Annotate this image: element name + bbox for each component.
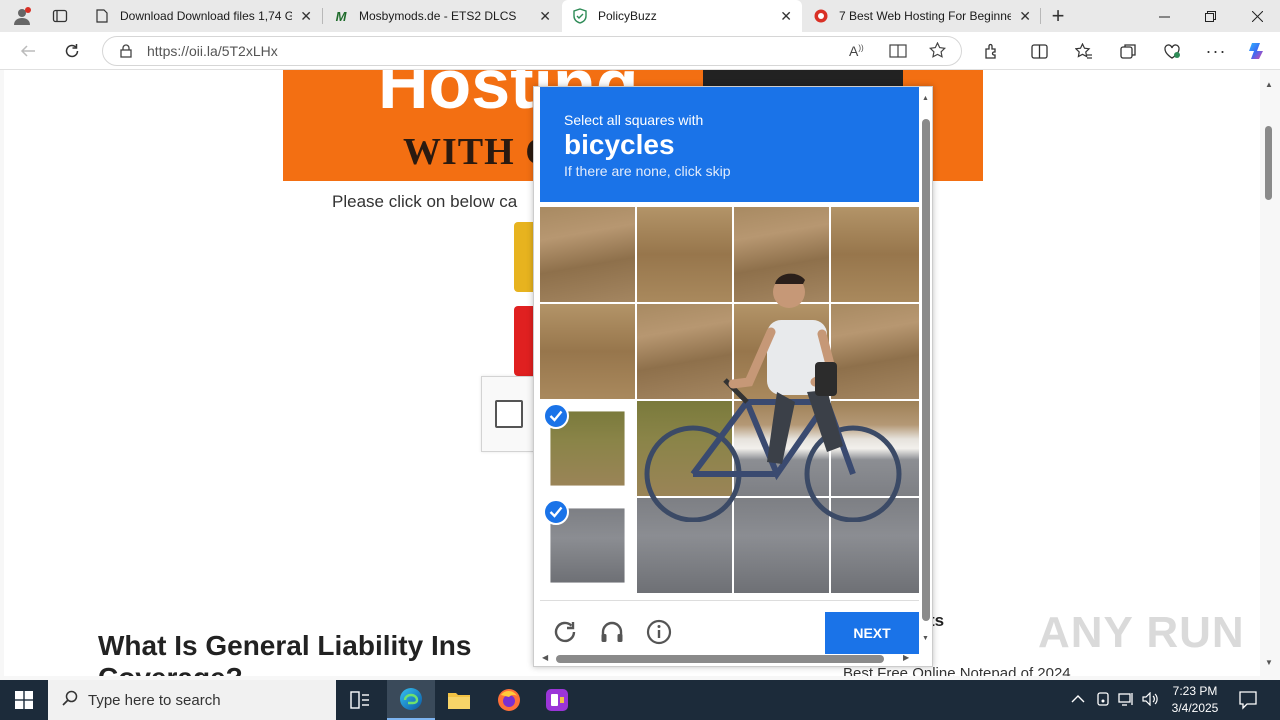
profile-icon[interactable] <box>10 4 34 28</box>
shield-icon <box>572 8 588 24</box>
firefox-icon[interactable] <box>485 680 533 720</box>
grid-cell-6[interactable] <box>734 304 829 399</box>
selected-check-icon <box>543 403 569 429</box>
tab-bar: Download Download files 1,74 GB ✕ M Mosb… <box>0 0 1280 32</box>
favorite-star-icon[interactable] <box>929 41 946 64</box>
tab-mosbymods[interactable]: M Mosbymods.de - ETS2 DLCS ✕ <box>323 0 561 32</box>
split-screen-icon[interactable] <box>1027 39 1051 63</box>
windows-start-icon[interactable] <box>0 680 48 720</box>
tab-web-hosting[interactable]: 7 Best Web Hosting For Beginners ✕ <box>803 0 1041 32</box>
grid-cell-0[interactable] <box>540 207 635 302</box>
document-icon <box>94 8 110 24</box>
close-tab-icon[interactable]: ✕ <box>539 8 551 25</box>
challenge-prompt: Select all squares with <box>564 112 704 128</box>
taskbar-search-placeholder: Type here to search <box>88 691 221 709</box>
info-icon[interactable] <box>644 617 674 647</box>
close-tab-icon[interactable]: ✕ <box>1019 8 1031 25</box>
grid-cell-15[interactable] <box>831 498 919 593</box>
file-explorer-icon[interactable] <box>435 680 483 720</box>
refresh-icon[interactable] <box>550 617 580 647</box>
lock-icon[interactable] <box>119 44 133 58</box>
minimize-icon[interactable] <box>1141 0 1187 32</box>
captcha-checkbox[interactable] <box>495 400 523 428</box>
page-scrollbar[interactable]: ▲ ▼ <box>1260 70 1280 676</box>
clock-date: 3/4/2025 <box>1171 701 1219 715</box>
audio-icon[interactable] <box>597 617 627 647</box>
mosbymods-icon: M <box>335 8 347 24</box>
challenge-target-word: bicycles <box>564 129 675 160</box>
notifications-icon[interactable] <box>1238 690 1258 713</box>
edge-taskbar-icon[interactable] <box>387 680 435 720</box>
banner-subheading: WITH C <box>403 131 554 173</box>
extensions-icon[interactable] <box>979 39 1003 63</box>
more-options-icon[interactable]: ··· <box>1204 39 1228 63</box>
challenge-scrollbar-thumb[interactable] <box>922 119 930 621</box>
challenge-vertical-scrollbar[interactable]: ▲ ▼ <box>920 89 932 649</box>
task-view-icon[interactable] <box>336 680 384 720</box>
grid-cell-4[interactable] <box>540 304 635 399</box>
challenge-header: Select all squares with bicycles If ther… <box>540 87 919 202</box>
device-icon[interactable] <box>1096 692 1110 709</box>
tab-title: 7 Best Web Hosting For Beginners <box>839 9 1011 23</box>
immersive-reader-icon[interactable] <box>889 43 907 64</box>
tab-policybuzz[interactable]: PolicyBuzz ✕ <box>562 0 802 32</box>
tab-actions-icon[interactable] <box>48 4 72 28</box>
read-aloud-icon[interactable]: A)) <box>849 43 864 59</box>
collections-icon[interactable] <box>1116 39 1140 63</box>
article-title[interactable]: What Is General Liability Ins Coverage? <box>98 630 471 676</box>
article-title-line: What Is General Liability Ins <box>98 630 472 661</box>
browser-essentials-icon[interactable] <box>1160 39 1184 63</box>
grid-cell-10[interactable] <box>734 401 829 496</box>
navigation-bar: https://oii.la/5T2xLHx A)) ··· <box>0 32 1280 70</box>
watermark: ANY RUN <box>1038 608 1245 657</box>
page-instruction: Please click on below ca <box>332 192 518 211</box>
grid-cell-9[interactable] <box>637 401 732 496</box>
challenge-hscroll-thumb[interactable] <box>556 655 884 663</box>
grid-cell-5[interactable] <box>637 304 732 399</box>
article-title-line: Coverage? <box>98 662 471 676</box>
taskbar: Type here to search 7:23 PM 3/4/2025 <box>0 680 1280 720</box>
grid-cell-1[interactable] <box>637 207 732 302</box>
taskbar-search[interactable]: Type here to search <box>48 680 336 720</box>
show-hidden-icons[interactable] <box>1071 692 1085 707</box>
network-icon[interactable] <box>1118 692 1134 709</box>
close-window-icon[interactable] <box>1234 0 1280 32</box>
close-tab-icon[interactable]: ✕ <box>780 8 792 25</box>
system-clock[interactable]: 7:23 PM 3/4/2025 <box>1162 683 1228 717</box>
hosting-icon <box>813 8 829 24</box>
page-scrollbar-thumb[interactable] <box>1265 126 1272 200</box>
clock-time: 7:23 PM <box>1172 684 1218 698</box>
grid-cell-13[interactable] <box>637 498 732 593</box>
search-icon <box>62 690 78 711</box>
tab-title: Mosbymods.de - ETS2 DLCS <box>359 9 517 23</box>
new-tab-icon[interactable]: + <box>1046 3 1070 28</box>
address-bar[interactable]: https://oii.la/5T2xLHx A)) <box>102 36 962 66</box>
copilot-icon[interactable] <box>1245 39 1269 63</box>
back-icon[interactable] <box>16 39 40 63</box>
challenge-hint: If there are none, click skip <box>564 163 731 179</box>
close-tab-icon[interactable]: ✕ <box>300 8 312 25</box>
tab-title: Download Download files 1,74 GB <box>120 9 292 23</box>
next-button[interactable]: NEXT <box>825 612 919 654</box>
challenge-image-grid <box>540 207 919 595</box>
challenge-horizontal-scrollbar[interactable]: ◀ ▶ <box>538 653 916 665</box>
restore-icon[interactable] <box>1187 0 1233 32</box>
grid-cell-3[interactable] <box>831 207 919 302</box>
grid-cell-11[interactable] <box>831 401 919 496</box>
favorites-icon[interactable] <box>1072 39 1096 63</box>
app-taskbar-icon[interactable] <box>533 680 581 720</box>
grid-cell-7[interactable] <box>831 304 919 399</box>
tab-title: PolicyBuzz <box>598 9 657 23</box>
grid-cell-14[interactable] <box>734 498 829 593</box>
volume-icon[interactable] <box>1142 691 1160 709</box>
tab-download[interactable]: Download Download files 1,74 GB ✕ <box>84 0 322 32</box>
refresh-icon[interactable] <box>60 39 84 63</box>
tab-divider <box>1040 8 1041 24</box>
captcha-challenge-popup: Select all squares with bicycles If ther… <box>533 86 933 667</box>
captcha-checkbox-widget <box>481 376 541 452</box>
url-text[interactable]: https://oii.la/5T2xLHx <box>147 43 278 59</box>
grid-cell-2[interactable] <box>734 207 829 302</box>
selected-check-icon <box>543 499 569 525</box>
